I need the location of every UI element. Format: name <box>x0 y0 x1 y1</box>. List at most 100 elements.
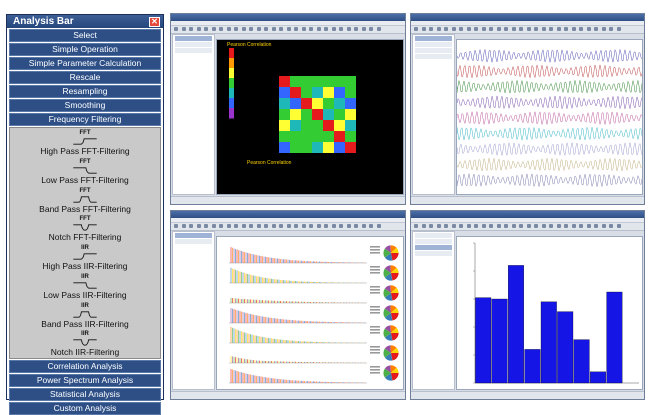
toolbar-button-icon[interactable] <box>436 224 441 228</box>
filter-item[interactable]: FFT Notch FFT-Filtering <box>10 214 160 243</box>
toolbar-button-icon[interactable] <box>444 27 448 31</box>
toolbar-button-icon[interactable] <box>496 224 501 228</box>
toolbar-button-icon[interactable] <box>324 27 328 31</box>
menu-select[interactable]: Select <box>9 29 161 42</box>
toolbar-button-icon[interactable] <box>346 27 351 31</box>
toolbar-button-icon[interactable] <box>324 224 328 228</box>
filter-item[interactable]: IIR High Pass IIR-Filtering <box>10 243 160 272</box>
project-tree[interactable] <box>412 231 455 390</box>
toolbar-button-icon[interactable] <box>204 224 208 228</box>
menu-frequency-filtering[interactable]: Frequency Filtering <box>9 113 161 126</box>
toolbar-button-icon[interactable] <box>181 27 186 31</box>
window-titlebar[interactable] <box>411 211 644 218</box>
toolbar-button-icon[interactable] <box>309 224 313 228</box>
window-titlebar[interactable] <box>171 14 405 21</box>
toolbar-button-icon[interactable] <box>189 224 193 228</box>
toolbar[interactable] <box>411 223 644 231</box>
toolbar-button-icon[interactable] <box>279 27 283 31</box>
toolbar-button-icon[interactable] <box>226 27 231 31</box>
toolbar-button-icon[interactable] <box>534 224 538 228</box>
toolbar-button-icon[interactable] <box>519 224 523 228</box>
toolbar-button-icon[interactable] <box>316 27 321 31</box>
toolbar-button-icon[interactable] <box>286 224 291 228</box>
toolbar-button-icon[interactable] <box>294 224 298 228</box>
toolbar-button-icon[interactable] <box>511 27 516 31</box>
toolbar-button-icon[interactable] <box>541 27 546 31</box>
toolbar-button-icon[interactable] <box>264 224 268 228</box>
toolbar-button-icon[interactable] <box>234 27 238 31</box>
toolbar-button-icon[interactable] <box>294 27 298 31</box>
filter-item[interactable]: FFT High Pass FFT-Filtering <box>10 128 160 157</box>
toolbar-button-icon[interactable] <box>271 224 276 228</box>
toolbar-button-icon[interactable] <box>459 27 463 31</box>
toolbar-button-icon[interactable] <box>571 27 576 31</box>
toolbar-button-icon[interactable] <box>346 224 351 228</box>
toolbar-button-icon[interactable] <box>466 224 471 228</box>
toolbar-button-icon[interactable] <box>189 27 193 31</box>
toolbar-button-icon[interactable] <box>421 27 426 31</box>
toolbar-button-icon[interactable] <box>504 224 508 228</box>
toolbar-button-icon[interactable] <box>609 224 613 228</box>
toolbar-button-icon[interactable] <box>256 224 261 228</box>
toolbar-button-icon[interactable] <box>339 224 343 228</box>
toolbar-button-icon[interactable] <box>301 224 306 228</box>
toolbar-button-icon[interactable] <box>241 27 246 31</box>
toolbar-button-icon[interactable] <box>256 27 261 31</box>
toolbar-button-icon[interactable] <box>421 224 426 228</box>
filter-item[interactable]: FFT Band Pass FFT-Filtering <box>10 186 160 215</box>
toolbar-button-icon[interactable] <box>204 27 208 31</box>
toolbar-button-icon[interactable] <box>271 27 276 31</box>
menu-power-spectrum-analysis[interactable]: Power Spectrum Analysis <box>9 374 161 387</box>
toolbar[interactable] <box>171 26 405 34</box>
toolbar-button-icon[interactable] <box>519 27 523 31</box>
toolbar-button-icon[interactable] <box>316 224 321 228</box>
toolbar-button-icon[interactable] <box>564 224 568 228</box>
toolbar-button-icon[interactable] <box>219 224 223 228</box>
toolbar-button-icon[interactable] <box>451 27 456 31</box>
menu-custom-analysis[interactable]: Custom Analysis <box>9 402 161 415</box>
toolbar-button-icon[interactable] <box>474 224 478 228</box>
toolbar-button-icon[interactable] <box>481 224 486 228</box>
toolbar-button-icon[interactable] <box>594 224 598 228</box>
filter-item[interactable]: IIR Band Pass IIR-Filtering <box>10 301 160 330</box>
toolbar-button-icon[interactable] <box>444 224 448 228</box>
toolbar-button-icon[interactable] <box>181 224 186 228</box>
toolbar-button-icon[interactable] <box>279 224 283 228</box>
toolbar-button-icon[interactable] <box>534 27 538 31</box>
toolbar-button-icon[interactable] <box>564 27 568 31</box>
toolbar-button-icon[interactable] <box>601 27 606 31</box>
menu-resampling[interactable]: Resampling <box>9 85 161 98</box>
toolbar-button-icon[interactable] <box>309 27 313 31</box>
project-tree[interactable] <box>412 34 455 195</box>
toolbar-button-icon[interactable] <box>234 224 238 228</box>
toolbar-button-icon[interactable] <box>616 27 621 31</box>
toolbar-button-icon[interactable] <box>414 224 418 228</box>
toolbar-button-icon[interactable] <box>489 224 493 228</box>
toolbar-button-icon[interactable] <box>241 224 246 228</box>
toolbar-button-icon[interactable] <box>376 224 381 228</box>
toolbar[interactable] <box>171 223 405 231</box>
menu-rescale[interactable]: Rescale <box>9 71 161 84</box>
toolbar-button-icon[interactable] <box>196 224 201 228</box>
toolbar-button-icon[interactable] <box>196 27 201 31</box>
toolbar-button-icon[interactable] <box>474 27 478 31</box>
toolbar-button-icon[interactable] <box>556 27 561 31</box>
project-tree[interactable] <box>172 231 215 390</box>
toolbar-button-icon[interactable] <box>511 224 516 228</box>
toolbar-button-icon[interactable] <box>249 224 253 228</box>
toolbar-button-icon[interactable] <box>369 27 373 31</box>
toolbar-button-icon[interactable] <box>586 224 591 228</box>
filter-item[interactable]: IIR Notch IIR-Filtering <box>10 329 160 358</box>
toolbar-button-icon[interactable] <box>354 27 358 31</box>
toolbar-button-icon[interactable] <box>429 224 433 228</box>
toolbar-button-icon[interactable] <box>526 27 531 31</box>
toolbar-button-icon[interactable] <box>331 27 336 31</box>
toolbar-button-icon[interactable] <box>414 27 418 31</box>
toolbar-button-icon[interactable] <box>459 224 463 228</box>
toolbar[interactable] <box>411 26 644 34</box>
toolbar-button-icon[interactable] <box>211 27 216 31</box>
toolbar-button-icon[interactable] <box>339 27 343 31</box>
project-tree[interactable] <box>172 34 215 195</box>
toolbar-button-icon[interactable] <box>376 27 381 31</box>
toolbar-button-icon[interactable] <box>616 224 621 228</box>
